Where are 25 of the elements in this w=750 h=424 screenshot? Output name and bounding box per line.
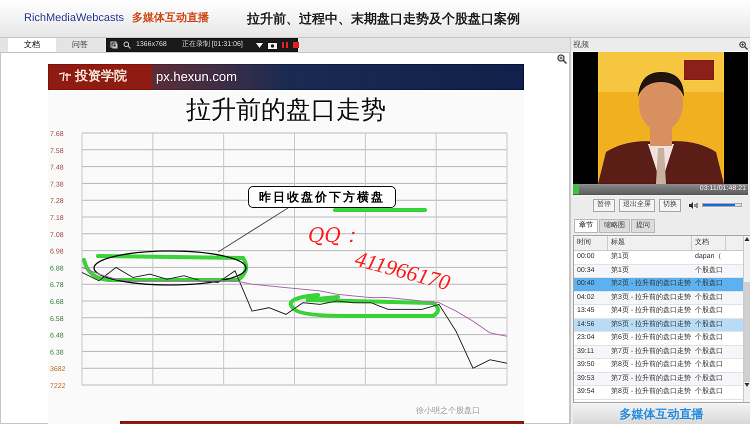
zoom-in-icon[interactable] bbox=[557, 54, 567, 64]
slide-title: 拉升前的盘口走势 bbox=[186, 94, 386, 126]
camera-icon[interactable] bbox=[268, 42, 277, 48]
search-icon[interactable] bbox=[123, 41, 131, 49]
callout-label: 昨日收盘价下方横盘 bbox=[248, 186, 396, 208]
panel-label: 视频 bbox=[573, 39, 589, 51]
volume-slider[interactable] bbox=[702, 203, 742, 207]
slide-footer-text: 徐小明之个股盘口 bbox=[416, 404, 480, 416]
stop-icon[interactable] bbox=[292, 42, 299, 48]
buffer-indicator-icon bbox=[573, 185, 579, 194]
windows-icon[interactable] bbox=[110, 41, 118, 49]
caret-icon[interactable] bbox=[256, 42, 263, 48]
document-tab[interactable]: 文档 bbox=[8, 38, 56, 52]
footer-logo: 多媒体互动直播 bbox=[620, 406, 704, 422]
school-name: 投资学院 bbox=[75, 68, 127, 86]
zoom-in-icon[interactable] bbox=[739, 40, 748, 50]
scrollbar[interactable] bbox=[743, 236, 750, 402]
speaker-icon[interactable] bbox=[689, 202, 698, 208]
scroll-up-icon[interactable] bbox=[744, 236, 750, 242]
pause-icon[interactable] bbox=[282, 42, 288, 48]
brand-logo: RichMediaWebcasts bbox=[24, 11, 124, 26]
page-title: 拉升前、过程中、末期盘口走势及个股盘口案例 bbox=[247, 10, 520, 28]
leader-line bbox=[218, 208, 288, 252]
brand-tagline: 多媒体互动直播 bbox=[132, 10, 210, 26]
site-url: px.hexun.com bbox=[156, 68, 237, 86]
